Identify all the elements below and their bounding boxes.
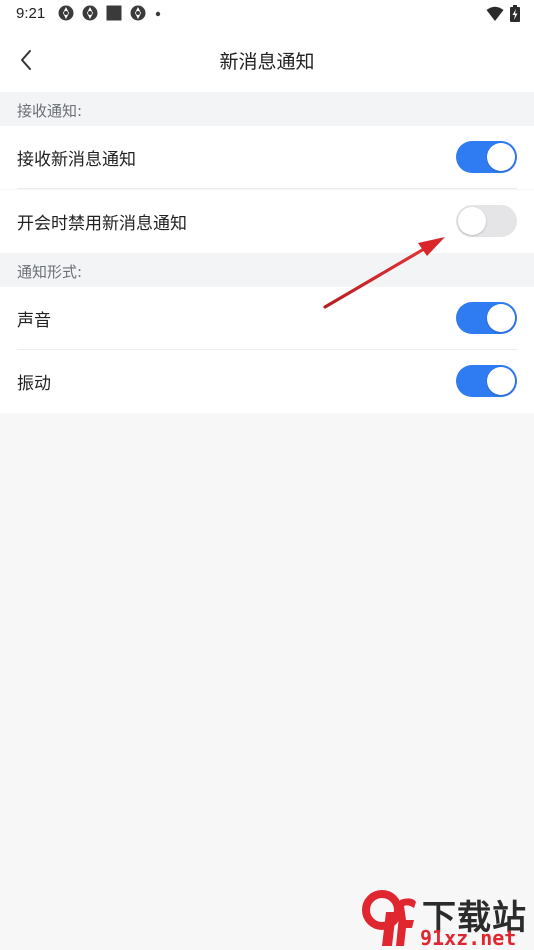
row-divider xyxy=(17,188,517,189)
setting-label: 声音 xyxy=(17,311,51,331)
status-icons-right xyxy=(486,5,520,22)
toggle-knob xyxy=(487,143,515,171)
setting-label: 振动 xyxy=(17,374,51,394)
setting-row-sound: 声音 xyxy=(0,287,534,350)
setting-row-receive-notifications: 接收新消息通知 xyxy=(0,126,534,189)
section-header-label: 通知形式: xyxy=(17,263,83,281)
square-notification-icon xyxy=(106,5,122,21)
sound-toggle[interactable] xyxy=(456,302,517,334)
dot-icon xyxy=(155,11,161,17)
wifi-icon xyxy=(486,6,504,21)
setting-label: 开会时禁用新消息通知 xyxy=(17,214,187,234)
page-title: 新消息通知 xyxy=(219,51,315,73)
section-header-label: 接收通知: xyxy=(17,102,83,120)
setting-row-disable-during-meeting: 开会时禁用新消息通知 xyxy=(0,190,534,253)
disable-during-meeting-toggle[interactable] xyxy=(456,205,517,237)
app-notification-icon xyxy=(58,5,74,21)
setting-label: 接收新消息通知 xyxy=(17,150,136,170)
toggle-knob xyxy=(458,207,486,235)
toggle-knob xyxy=(487,367,515,395)
vibration-toggle[interactable] xyxy=(456,365,517,397)
status-bar: 9:21 xyxy=(0,0,534,28)
section-header-notification-form: 通知形式: xyxy=(0,253,534,287)
nav-bar: 新消息通知 xyxy=(0,28,534,92)
setting-row-vibration: 振动 xyxy=(0,350,534,413)
toggle-knob xyxy=(487,304,515,332)
status-time: 9:21 xyxy=(16,5,46,22)
status-icons-left xyxy=(58,5,162,21)
watermark: 下载站 91xz.net xyxy=(360,890,532,950)
app-notification-icon xyxy=(82,5,98,21)
battery-charging-icon xyxy=(510,5,520,22)
watermark-logo-icon xyxy=(362,890,416,946)
receive-notifications-toggle[interactable] xyxy=(456,141,517,173)
app-notification-icon xyxy=(130,5,146,21)
watermark-url: 91xz.net xyxy=(420,926,517,950)
section-header-receive: 接收通知: xyxy=(0,92,534,126)
